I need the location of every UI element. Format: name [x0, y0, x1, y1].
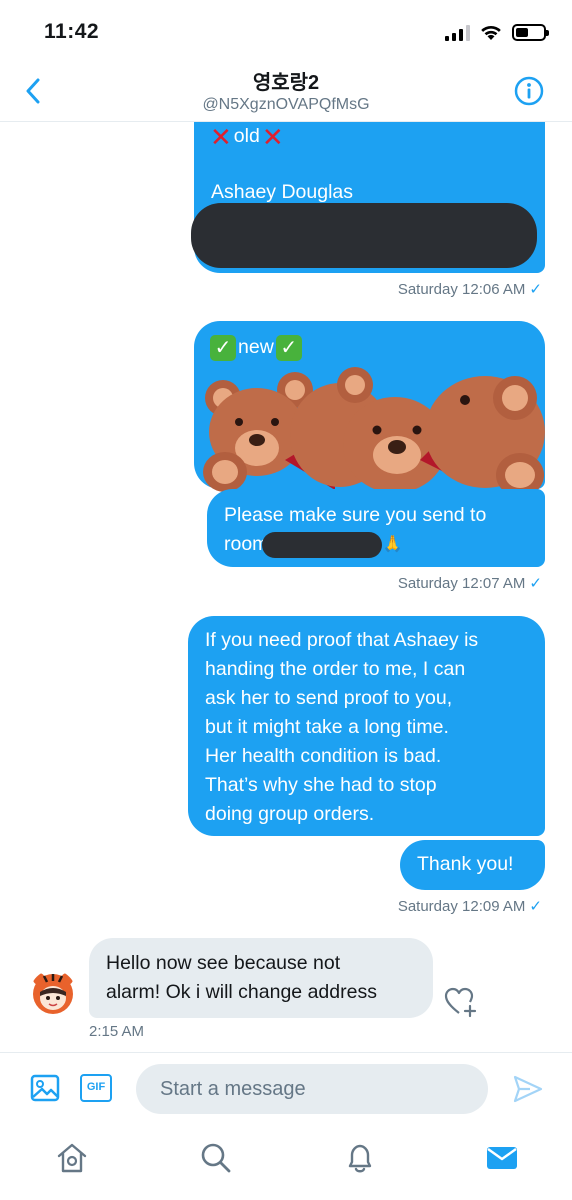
gif-button[interactable]: GIF [80, 1074, 112, 1102]
message-timestamp: Saturday 12:07 AM ✓ [397, 575, 542, 592]
message-bubble-reply[interactable]: Hello now see because not alarm! Ok i wi… [89, 938, 433, 1018]
composer-bar: GIF [0, 1052, 572, 1124]
tab-bar [0, 1124, 572, 1200]
redaction-mark [191, 203, 537, 268]
teddy-bear-icon [425, 376, 545, 497]
redaction-mark [262, 531, 383, 558]
old-tag-line: ✕ old ✕ [210, 122, 284, 151]
new-tag: new [238, 336, 274, 358]
battery-icon [512, 24, 549, 41]
status-bar: 11:42 [0, 0, 572, 60]
image-icon[interactable] [30, 1073, 60, 1103]
message-line: handing the order to me, I can [205, 658, 466, 680]
cross-mark-icon: ✕ [210, 122, 232, 152]
check-mark-button-icon: ✓ [275, 334, 302, 361]
reply-line-2: alarm! Ok i will change address [106, 981, 377, 1003]
note-line-2: room 🙏 [224, 530, 528, 559]
message-bubble-proof-explanation[interactable]: If you need proof that Ashaey is handing… [188, 616, 545, 836]
new-tag-line: ✓ new ✓ [210, 333, 302, 362]
sent-check-icon: ✓ [529, 575, 542, 592]
message-input[interactable] [136, 1064, 488, 1114]
search-icon[interactable] [198, 1140, 234, 1176]
message-bubble-thanks[interactable]: Thank you! [400, 840, 545, 890]
tiger-avatar-icon [33, 973, 73, 1014]
check-mark-button-icon: ✓ [210, 334, 236, 361]
message-line: ask her to send proof to you, [205, 687, 453, 709]
mail-icon[interactable] [484, 1140, 520, 1176]
status-time: 11:42 [44, 20, 100, 43]
conversation-header: 영호랑2 @N5XgznOVAPQfMsG [0, 60, 572, 122]
message-list[interactable]: ✕ old ✕ Ashaey Douglas Saturday 12:06 AM… [0, 122, 572, 1052]
status-icons [445, 24, 549, 41]
folded-hands-icon: 🙏 [382, 536, 403, 553]
message-line: That’s why she had to stop [205, 774, 437, 796]
heart-add-icon[interactable] [444, 986, 478, 1018]
wifi-icon [481, 25, 501, 40]
message-line: but it might take a long time. [205, 716, 449, 738]
info-icon[interactable] [514, 76, 544, 106]
note-line-1: Please make sure you send to [224, 504, 487, 526]
cellular-signal-icon [445, 24, 470, 41]
message-timestamp: Saturday 12:06 AM ✓ [397, 281, 542, 298]
reply-timestamp: 2:15 AM [89, 1023, 145, 1040]
home-icon[interactable] [54, 1140, 90, 1176]
message-line: doing group orders. [205, 803, 375, 825]
sent-check-icon: ✓ [529, 281, 542, 298]
teddy-bears-sticker [203, 367, 545, 497]
message-bubble-room-note[interactable]: Please make sure you send to room 🙏 [207, 489, 545, 567]
conversation-title[interactable]: 영호랑2 [0, 66, 572, 95]
thanks-text: Thank you! [417, 853, 514, 875]
message-line: Her health condition is bad. [205, 745, 442, 767]
reply-line-1: Hello now see because not [106, 952, 341, 974]
conversation-handle: @N5XgznOVAPQfMsG [202, 96, 370, 113]
cross-mark-icon: ✕ [261, 122, 284, 152]
send-icon[interactable] [512, 1073, 544, 1105]
sent-check-icon: ✓ [529, 898, 542, 915]
bell-icon[interactable] [342, 1140, 378, 1176]
sender-avatar[interactable] [30, 970, 76, 1016]
message-timestamp: Saturday 12:09 AM ✓ [397, 898, 542, 915]
old-tag: old [233, 125, 260, 147]
message-line: If you need proof that Ashaey is [205, 629, 479, 651]
